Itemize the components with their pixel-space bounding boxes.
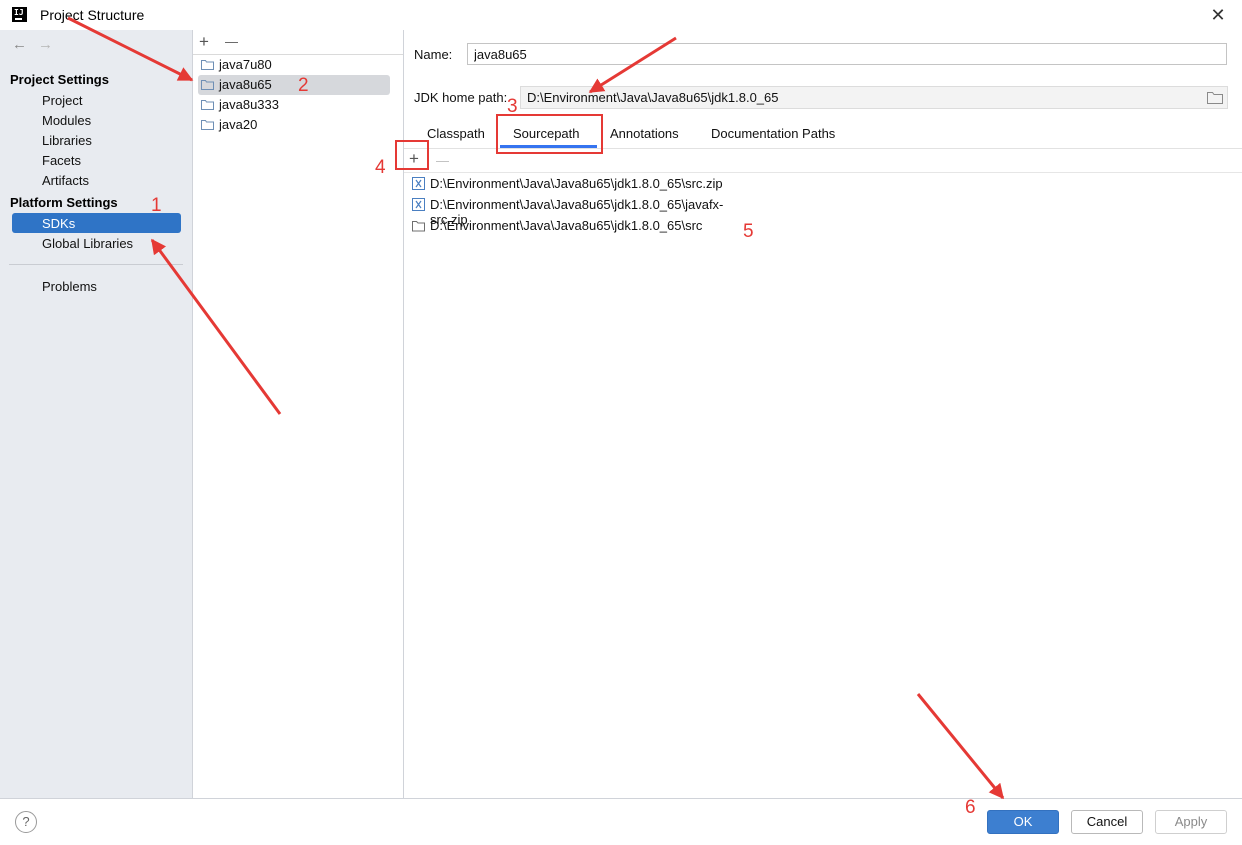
sdk-list-item-selected[interactable]: java8u65 — [198, 75, 390, 95]
sidebar-item-project[interactable]: Project — [42, 93, 82, 108]
archive-icon — [412, 177, 425, 190]
source-path-text: D:\Environment\Java\Java8u65\jdk1.8.0_65… — [430, 218, 703, 233]
step-1-label: 1 — [151, 195, 162, 216]
jdk-folder-icon — [201, 100, 214, 110]
jdk-folder-icon — [201, 60, 214, 70]
sdk-list-item[interactable]: java20 — [198, 115, 390, 135]
sidebar-item-sdks[interactable]: SDKs — [42, 216, 75, 231]
tab-documentation-paths[interactable]: Documentation Paths — [711, 126, 835, 141]
settings-sidebar — [0, 30, 193, 798]
forward-arrow-icon[interactable]: → — [38, 36, 53, 53]
tab-annotations[interactable]: Annotations — [610, 126, 679, 141]
jdk-home-path-label: JDK home path: — [414, 90, 508, 105]
sidebar-divider — [9, 264, 183, 265]
sidebar-item-global-libraries[interactable]: Global Libraries — [42, 236, 133, 251]
folder-icon — [412, 221, 425, 232]
path-toolbar-divider — [404, 172, 1242, 173]
sidebar-item-problems[interactable]: Problems — [42, 279, 97, 294]
title-bar — [0, 0, 1242, 30]
remove-sdk-button[interactable]: — — [225, 33, 238, 50]
sidebar-item-modules[interactable]: Modules — [42, 113, 91, 128]
sidebar-item-artifacts[interactable]: Artifacts — [42, 173, 89, 188]
browse-folder-icon[interactable] — [1207, 91, 1223, 104]
step-2-label: 2 — [298, 75, 309, 96]
ok-button[interactable]: OK — [987, 810, 1059, 834]
close-icon[interactable]: ✕ — [1209, 6, 1227, 24]
sidebar-item-facets[interactable]: Facets — [42, 153, 81, 168]
tab-classpath[interactable]: Classpath — [427, 126, 485, 141]
jdk-folder-icon — [201, 120, 214, 130]
back-arrow-icon[interactable]: ← — [12, 36, 27, 53]
archive-icon — [412, 198, 425, 211]
platform-settings-heading: Platform Settings — [10, 195, 118, 210]
arrow-to-ok — [916, 693, 1005, 800]
sdk-name-input[interactable] — [467, 43, 1227, 65]
jdk-folder-icon — [201, 80, 214, 90]
window-title: Project Structure — [40, 7, 145, 23]
project-settings-heading: Project Settings — [10, 72, 109, 87]
sdk-name: java8u65 — [219, 77, 272, 92]
step-3-label: 3 — [507, 96, 518, 117]
sdk-name: java7u80 — [219, 57, 272, 72]
source-path-text: D:\Environment\Java\Java8u65\jdk1.8.0_65… — [430, 176, 723, 191]
step-5-label: 5 — [743, 221, 754, 242]
intellij-app-icon: IJ — [12, 7, 27, 22]
sourcepath-highlight-box — [496, 114, 603, 154]
sdk-list-panel — [193, 30, 404, 798]
sdk-list-item[interactable]: java8u333 — [198, 95, 390, 115]
cancel-button[interactable]: Cancel — [1071, 810, 1143, 834]
remove-path-button[interactable]: — — [436, 152, 449, 169]
sidebar-item-libraries[interactable]: Libraries — [42, 133, 92, 148]
add-path-highlight-box — [395, 140, 429, 170]
sdk-name: java20 — [219, 117, 258, 132]
sdk-name: java8u333 — [219, 97, 279, 112]
step-4-label: 4 — [375, 157, 386, 178]
jdk-home-path-value: D:\Environment\Java\Java8u65\jdk1.8.0_65 — [527, 90, 779, 105]
apply-button[interactable]: Apply — [1155, 810, 1227, 834]
add-sdk-button[interactable]: + — [199, 33, 209, 50]
step-6-label: 6 — [965, 797, 976, 818]
sdk-list-item[interactable]: java7u80 — [198, 55, 390, 75]
jdk-home-path-field[interactable]: D:\Environment\Java\Java8u65\jdk1.8.0_65 — [520, 86, 1228, 109]
name-label: Name: — [414, 47, 453, 62]
help-button[interactable]: ? — [15, 811, 37, 833]
